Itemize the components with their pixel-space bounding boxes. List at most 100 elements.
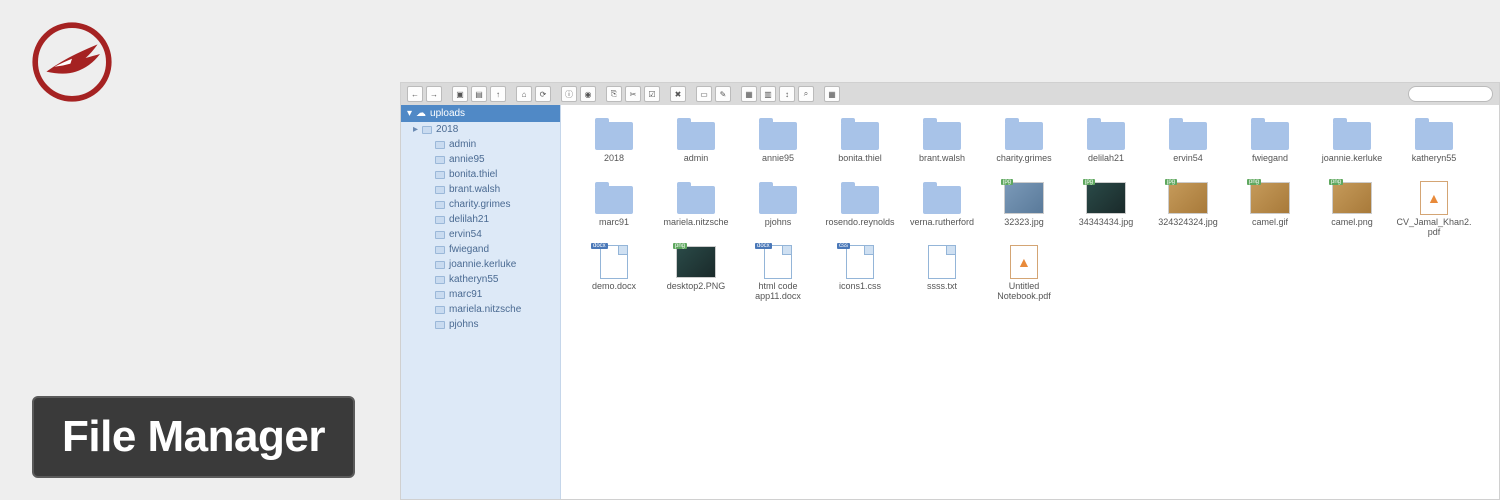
- file-label: icons1.css: [839, 281, 881, 291]
- sidebar-year[interactable]: ▸ 2018: [401, 122, 560, 137]
- file-item[interactable]: brant.walsh: [901, 115, 983, 179]
- sidebar-item-label: annie95: [449, 154, 485, 165]
- file-content-area: 2018 adminannie95 bonita.thiel brant.walsh c…: [561, 105, 1499, 499]
- file-item[interactable]: CV_Jamal_Khan2.pdf: [1393, 179, 1475, 243]
- sidebar-item-label: delilah21: [449, 214, 489, 225]
- file-item[interactable]: pngcamel.png: [1311, 179, 1393, 243]
- sidebar-item-label: pjohns: [449, 319, 478, 330]
- sidebar: ▾ ☁ uploads ▸ 2018 admin annie95 bonita.th…: [401, 105, 561, 499]
- file-item[interactable]: Untitled Notebook.pdf: [983, 243, 1065, 307]
- file-label: 2018: [604, 153, 624, 163]
- file-item[interactable]: marc91: [573, 179, 655, 243]
- sidebar-item-marc91[interactable]: marc91: [401, 287, 560, 302]
- sidebar-item-ervin54[interactable]: ervin54: [401, 227, 560, 242]
- open-button[interactable]: ▤: [471, 86, 487, 102]
- back-button[interactable]: ←: [407, 86, 423, 102]
- file-manager-body: ▾ ☁ uploads ▸ 2018 adminannie95bonita.th…: [401, 105, 1499, 499]
- file-item[interactable]: css icons1.css: [819, 243, 901, 307]
- folder-icon: [435, 276, 445, 284]
- rename-button[interactable]: ▭: [696, 86, 712, 102]
- sidebar-item-katheryn55[interactable]: katheryn55: [401, 272, 560, 287]
- home-button[interactable]: ⌂: [516, 86, 532, 102]
- filetype-badge: jpg: [1001, 179, 1013, 185]
- up-button[interactable]: ↑: [490, 86, 506, 102]
- copy-button[interactable]: ⎘: [606, 86, 622, 102]
- folder-icon: [435, 321, 445, 329]
- edit-button[interactable]: ✎: [715, 86, 731, 102]
- view-button[interactable]: ▥: [760, 86, 776, 102]
- file-item[interactable]: joannie.kerluke: [1311, 115, 1393, 179]
- folder-icon: [422, 126, 432, 134]
- file-item[interactable]: rosendo.reynolds: [819, 179, 901, 243]
- sidebar-item-bonita-thiel[interactable]: bonita.thiel: [401, 167, 560, 182]
- file-item[interactable]: 2018: [573, 115, 655, 179]
- info-button[interactable]: ⓘ: [561, 86, 577, 102]
- file-item[interactable]: mariela.nitzsche: [655, 179, 737, 243]
- find-button[interactable]: ⌕: [798, 86, 814, 102]
- file-item[interactable]: admin: [655, 115, 737, 179]
- file-item[interactable]: pngcamel.gif: [1229, 179, 1311, 243]
- folder-icon: [1249, 117, 1291, 151]
- pdf-icon: [1003, 245, 1045, 279]
- file-item[interactable]: verna.rutherford: [901, 179, 983, 243]
- file-item[interactable]: jpg324324324.jpg: [1147, 179, 1229, 243]
- sidebar-root[interactable]: ▾ ☁ uploads: [401, 105, 560, 122]
- sidebar-item-admin[interactable]: admin: [401, 137, 560, 152]
- paste-button[interactable]: ☑: [644, 86, 660, 102]
- caret-right-icon: ▸: [413, 124, 418, 135]
- file-item[interactable]: pngdesktop2.PNG: [655, 243, 737, 307]
- file-label: rosendo.reynolds: [825, 217, 894, 227]
- file-item[interactable]: docxhtml code app11.docx: [737, 243, 819, 307]
- sidebar-item-pjohns[interactable]: pjohns: [401, 317, 560, 332]
- grid-button[interactable]: ▦: [824, 86, 840, 102]
- file-item[interactable]: delilah21: [1065, 115, 1147, 179]
- folder-icon: [435, 261, 445, 269]
- select-button[interactable]: ▦: [741, 86, 757, 102]
- file-item[interactable]: bonita.thiel: [819, 115, 901, 179]
- file-item[interactable]: ervin54: [1147, 115, 1229, 179]
- sidebar-item-brant-walsh[interactable]: brant.walsh: [401, 182, 560, 197]
- folder-button[interactable]: ▣: [452, 86, 468, 102]
- file-item[interactable]: charity.grimes: [983, 115, 1065, 179]
- sidebar-item-charity-grimes[interactable]: charity.grimes: [401, 197, 560, 212]
- sidebar-year-label: 2018: [436, 124, 458, 135]
- folder-icon: [435, 156, 445, 164]
- sidebar-item-joannie-kerluke[interactable]: joannie.kerluke: [401, 257, 560, 272]
- search-input[interactable]: [1408, 86, 1493, 102]
- file-label: verna.rutherford: [910, 217, 974, 227]
- pdf-icon: [1413, 181, 1455, 215]
- sidebar-item-label: ervin54: [449, 229, 482, 240]
- folder-icon: [435, 201, 445, 209]
- forward-button[interactable]: →: [426, 86, 442, 102]
- sort-button[interactable]: ↕: [779, 86, 795, 102]
- folder-icon: [435, 246, 445, 254]
- sidebar-item-label: mariela.nitzsche: [449, 304, 521, 315]
- file-item[interactable]: ssss.txt: [901, 243, 983, 307]
- file-item[interactable]: jpg32323.jpg: [983, 179, 1065, 243]
- file-label: mariela.nitzsche: [663, 217, 728, 227]
- document-icon: css: [839, 245, 881, 279]
- preview-button[interactable]: ◉: [580, 86, 596, 102]
- sidebar-item-annie95[interactable]: annie95: [401, 152, 560, 167]
- folder-icon: [675, 117, 717, 151]
- file-item[interactable]: katheryn55: [1393, 115, 1475, 179]
- file-label: camel.png: [1331, 217, 1373, 227]
- file-label: joannie.kerluke: [1322, 153, 1383, 163]
- file-label: bonita.thiel: [838, 153, 882, 163]
- file-item[interactable]: docxdemo.docx: [573, 243, 655, 307]
- file-label: brant.walsh: [919, 153, 965, 163]
- refresh-button[interactable]: ⟳: [535, 86, 551, 102]
- sidebar-item-mariela-nitzsche[interactable]: mariela.nitzsche: [401, 302, 560, 317]
- sidebar-item-delilah21[interactable]: delilah21: [401, 212, 560, 227]
- file-item[interactable]: annie95: [737, 115, 819, 179]
- sidebar-item-label: joannie.kerluke: [449, 259, 516, 270]
- file-item[interactable]: jpg34343434.jpg: [1065, 179, 1147, 243]
- file-item[interactable]: fwiegand: [1229, 115, 1311, 179]
- delete-button[interactable]: ✖: [670, 86, 686, 102]
- filetype-badge: png: [1247, 179, 1261, 185]
- file-label: ervin54: [1173, 153, 1203, 163]
- sidebar-item-fwiegand[interactable]: fwiegand: [401, 242, 560, 257]
- cut-button[interactable]: ✂: [625, 86, 641, 102]
- file-item[interactable]: pjohns: [737, 179, 819, 243]
- file-label: 324324324.jpg: [1158, 217, 1218, 227]
